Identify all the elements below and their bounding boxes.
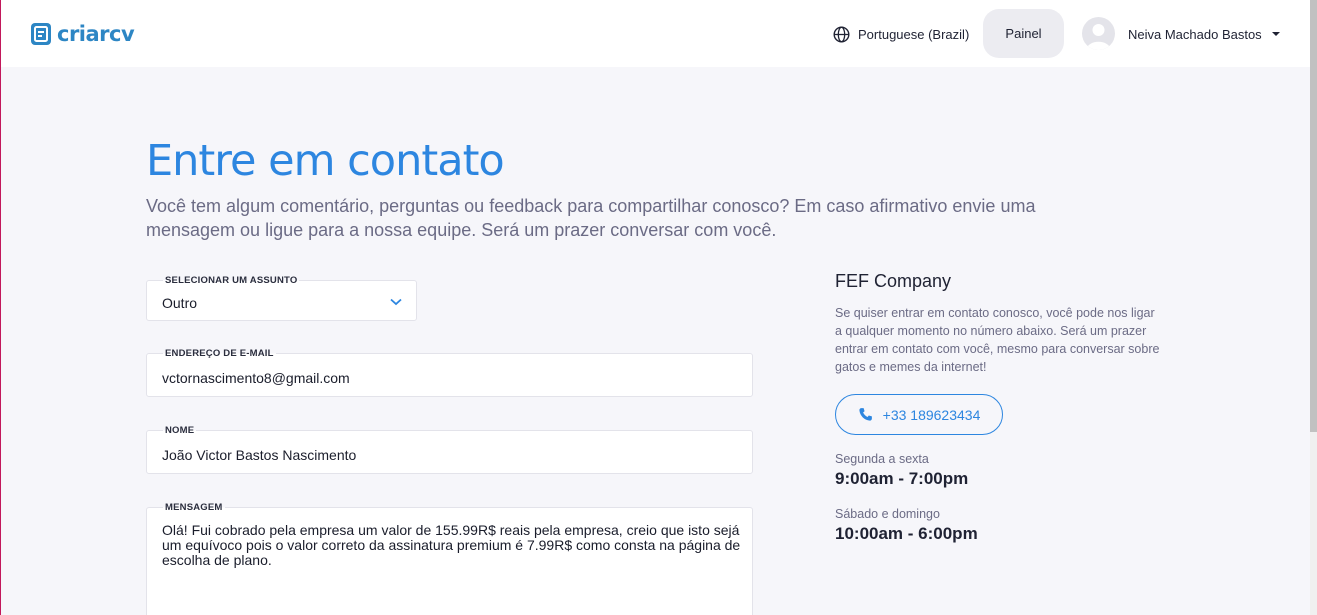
weekend-label: Sábado e domingo <box>835 507 940 521</box>
chevron-down-icon <box>390 298 402 306</box>
scrollbar-thumb[interactable] <box>1310 0 1317 432</box>
page-subtitle: Você tem algum comentário, perguntas ou … <box>146 196 1036 240</box>
logo[interactable]: criarcv <box>31 22 135 46</box>
email-field[interactable]: ENDEREÇO DE E-MAIL vctornascimento8@gmai… <box>146 348 753 397</box>
language-label: Portuguese (Brazil) <box>858 26 970 42</box>
message-value: Olá! Fui cobrado pela empresa um valor d… <box>162 522 741 568</box>
caret-down-icon <box>1271 32 1280 36</box>
weekday-label: Segunda a sexta <box>835 452 929 466</box>
message-field[interactable]: MENSAGEM Olá! Fui cobrado pela empresa u… <box>146 502 753 615</box>
panel-button[interactable]: Painel <box>983 9 1064 58</box>
globe-icon <box>833 25 850 43</box>
language-selector[interactable]: Portuguese (Brazil) <box>833 24 969 44</box>
name-value: João Victor Bastos Nascimento <box>162 447 357 463</box>
scrollbar[interactable] <box>1310 0 1317 615</box>
user-name: Neiva Machado Bastos <box>1128 26 1262 42</box>
top-navbar: criarcv Portuguese (Brazil) Painel Neiva… <box>1 0 1311 67</box>
phone-button[interactable]: +33 189623434 <box>835 394 1003 435</box>
weekday-hours: 9:00am - 7:00pm <box>835 469 969 488</box>
avatar[interactable] <box>1082 17 1115 50</box>
name-label: NOME <box>163 425 197 436</box>
logo-text: criarcv <box>57 22 135 46</box>
page-title: Entre em contato <box>146 136 505 186</box>
subject-value: Outro <box>162 295 198 311</box>
email-label: ENDEREÇO DE E-MAIL <box>163 348 276 359</box>
message-label: MENSAGEM <box>163 502 225 513</box>
weekend-hours: 10:00am - 6:00pm <box>835 524 978 543</box>
avatar-icon <box>1086 24 1111 50</box>
phone-icon <box>859 408 872 421</box>
email-value: vctornascimento8@gmail.com <box>162 370 350 386</box>
contact-description: Se quiser entrar em contato conosco, voc… <box>835 306 1160 374</box>
name-field[interactable]: NOME João Victor Bastos Nascimento <box>146 425 753 474</box>
document-icon <box>31 23 51 45</box>
subject-label: SELECIONAR UM ASSUNTO <box>163 275 300 286</box>
subject-select[interactable]: SELECIONAR UM ASSUNTO Outro <box>146 275 417 321</box>
phone-number: +33 189623434 <box>882 406 981 423</box>
user-menu[interactable]: Neiva Machado Bastos <box>1128 25 1280 43</box>
company-name: FEF Company <box>835 271 952 291</box>
